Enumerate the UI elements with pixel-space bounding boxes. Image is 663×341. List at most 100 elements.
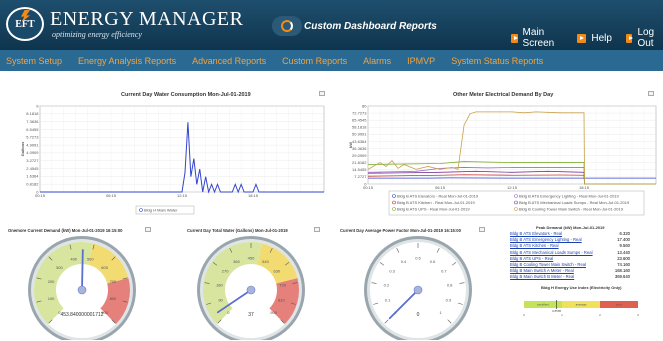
help-icon [577, 33, 587, 43]
x-tick-label: 00:15 [363, 185, 374, 190]
peak-row: Bldg B ATS Emergency Lighting - Real 17.4… [510, 237, 630, 242]
gauge-hub [246, 285, 256, 295]
main-screen-label: Main Screen [522, 27, 555, 49]
gauge-tick-label: 0.9 [446, 297, 452, 302]
peak-row-link[interactable]: Bldg B Main Switch B Meter - Real [510, 274, 574, 279]
legend-label: Bldg B Cooling Tower Main Switch - Real … [519, 206, 624, 211]
dashboard-title: Custom Dashboard Reports [272, 16, 437, 36]
peak-row-link[interactable]: Bldg B ATS UPS - Real [510, 256, 553, 261]
legend-label: Bldg H Main Water [144, 208, 178, 213]
logout-button[interactable]: Log Out [625, 27, 663, 49]
menu-item[interactable]: System Status Reports [451, 56, 543, 66]
peak-row: Bldg B ATS UPS - Real 23.600 [510, 256, 630, 261]
eui-tick-label: 0 [523, 313, 525, 317]
gauge-value-label: 0 [417, 312, 420, 318]
y-tick-label: 80 [362, 103, 367, 108]
electric-chart: 80 72.7273 65.4545 58.1818 50.9091 43.6364 36.… [348, 103, 657, 216]
brand-title: ENERGY MANAGER [50, 8, 244, 30]
gauge-tick-label: 90 [218, 297, 223, 302]
main-screen-button[interactable]: Main Screen [511, 27, 563, 49]
gauge-tick-label: 0.6 [430, 259, 436, 264]
gauge-tick-label: 0.8 [447, 282, 453, 287]
y-tick-label: 4.0909 [26, 150, 39, 155]
peak-row-value: 369.640 [614, 274, 630, 280]
x-tick-label: 18:15 [579, 185, 590, 190]
peak-row-link[interactable]: Bldg B ATS Kitchen - Real [510, 243, 559, 248]
x-tick-label: 06:15 [106, 193, 117, 198]
peak-row: Bldg B Main Switch B Meter - Real 369.640 [510, 274, 630, 279]
y-tick-label: 9 [36, 103, 39, 108]
peak-row-link[interactable]: Bldg B ATS Mechanical Loads Sumps - Real [510, 250, 593, 255]
y-tick-label: 8.1818 [26, 111, 39, 116]
brand-subtitle: optimizing energy efficiency [52, 30, 142, 39]
gauge-tick-label: 300 [56, 265, 63, 270]
gauge-tick-label: 500 [87, 257, 94, 262]
water-total-gauge: 09018027036045054063072081090037 [197, 236, 305, 340]
peak-row-value: 168.160 [614, 268, 630, 274]
legend-label: Bldg B ATS Kitchen - Real Mon-Jul-01-201… [397, 200, 476, 205]
menu-item[interactable]: Energy Analysis Reports [78, 56, 176, 66]
gauge-tick-label: 0.1 [385, 297, 391, 302]
gauge-tick-label: 800 [110, 296, 117, 301]
chart-options-button[interactable] [648, 91, 654, 96]
menu-item[interactable]: Alarms [363, 56, 391, 66]
legend-label: Bldg B ATS UPS - Real Mon-Jul-01-2019 [397, 206, 470, 211]
gauge-tick-label: 0.7 [441, 269, 447, 274]
menu-item[interactable]: System Setup [6, 56, 62, 66]
gauge-tick-label: 900 [270, 310, 277, 315]
main-menu: System Setup Energy Analysis Reports Advan… [0, 50, 663, 71]
y-tick-label: 65.4545 [352, 117, 367, 122]
y-tick-label: 6.5455 [26, 127, 39, 132]
menu-item[interactable]: IPMVP [407, 56, 435, 66]
chart-options-button[interactable] [319, 91, 325, 96]
peak-demand-title: Peak Demand (kW) Mon-Jul-01-2019 [536, 225, 605, 230]
peak-row-link[interactable]: Bldg B ATS Elevators - Real [510, 231, 562, 236]
header-bar: EFT ENERGY MANAGER optimizing energy eff… [0, 0, 663, 50]
peak-row-value: 74.160 [617, 262, 630, 267]
gauge-value-label: 37 [248, 312, 254, 318]
eui-title: Bldg H Energy Use Index (Electricity Onl… [541, 285, 622, 290]
eui-band-label: average [576, 303, 587, 307]
peak-row-value: 6.320 [619, 231, 630, 236]
y-tick-label: 21.8182 [352, 160, 367, 165]
demand-gauge: 0100200300400 500600700800900453.84000000… [28, 236, 136, 340]
x-tick-label: 12:15 [507, 185, 518, 190]
peak-row-link[interactable]: Bldg B ATS Emergency Lighting - Real [510, 237, 582, 242]
eui-tick-label: 2 [599, 313, 601, 317]
logo-text: EFT [15, 18, 35, 30]
gauge-tick-label: 360 [233, 259, 240, 264]
gauge-value-label: 453.840000001712 [60, 312, 103, 318]
gauge-tick-label: 600 [101, 265, 108, 270]
help-button[interactable]: Help [577, 33, 612, 44]
gauge-tick-label: 0.4 [401, 259, 407, 264]
peak-row-link[interactable]: Bldg B Main Switch A Meter - Real [510, 268, 574, 273]
peak-row-value: 17.400 [617, 237, 630, 243]
x-tick-label: 12:15 [177, 193, 188, 198]
eui-tick-label: 1 [561, 313, 563, 317]
y-axis-label: Gallons [20, 141, 25, 156]
company-logo[interactable]: EFT [6, 7, 44, 41]
gauge-hub [77, 285, 87, 295]
y-tick-label: 5.7273 [26, 135, 39, 140]
menu-item[interactable]: Advanced Reports [192, 56, 266, 66]
dashboard-icon [272, 16, 302, 36]
peak-row: Bldg B ATS Kitchen - Real 9.560 [510, 243, 630, 248]
peak-row-value: 23.600 [617, 255, 630, 261]
y-tick-label: 14.5455 [352, 167, 367, 172]
x-tick-label: 00:15 [35, 193, 46, 198]
peak-row-link[interactable]: Bldg B Cooling Tower Main Switch - Real [510, 262, 586, 267]
y-axis-label: kW [348, 142, 353, 148]
top-nav: Main Screen Help Log Out [497, 27, 663, 49]
y-tick-label: 7.2727 [354, 174, 367, 179]
water-chart-title: Current Day Water Consumption Mon-Jul-01… [121, 92, 251, 98]
gauge-tick-label: 200 [48, 279, 55, 284]
gauge-tick-label: 630 [274, 269, 281, 274]
y-tick-label: 2.4545 [26, 166, 39, 171]
eui-tick-label: 3 [637, 313, 639, 317]
peak-row: Bldg B Main Switch A Meter - Real 168.160 [510, 268, 630, 273]
y-tick-label: 1.6364 [26, 174, 39, 179]
menu-item[interactable]: Custom Reports [282, 56, 347, 66]
x-tick-label: 06:15 [435, 185, 446, 190]
water-chart: 9 8.1818 7.3636 6.5455 5.7273 4.9091 4.0909 3.2… [20, 103, 325, 215]
y-tick-label: 4.9091 [26, 142, 39, 147]
